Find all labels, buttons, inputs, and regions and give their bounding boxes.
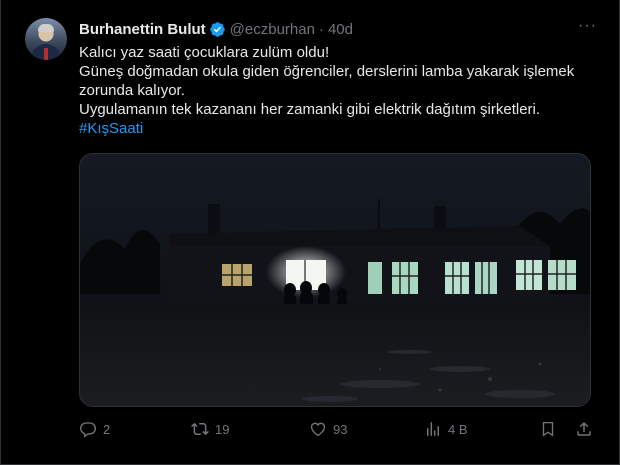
hashtag-link[interactable]: #KışSaati	[79, 119, 599, 138]
reply-icon	[79, 422, 97, 438]
verified-badge-icon[interactable]	[209, 21, 226, 38]
avatar-hair	[38, 24, 54, 32]
views-button[interactable]: 4 B	[424, 420, 468, 438]
tweet-text-line: Güneş doğmadan okula giden öğrenciler, d…	[79, 63, 575, 80]
views-icon	[427, 422, 439, 436]
like-button[interactable]: 93	[309, 420, 347, 438]
school-at-night-photo	[80, 154, 590, 406]
tweet-actions: 2 19 93 4 B	[79, 420, 593, 442]
tweet-text: Kalıcı yaz saati çocuklara zulüm oldu! G…	[79, 43, 599, 138]
like-count: 93	[333, 421, 348, 437]
bookmark-icon	[542, 421, 554, 437]
tweet-text-line: Uygulamanın tek kazananı her zamanki gib…	[79, 101, 541, 118]
retweet-button[interactable]: 19	[191, 420, 229, 438]
tweet-text-line: zorunda kalıyor.	[79, 82, 185, 99]
share-icon	[577, 421, 591, 436]
retweet-count: 19	[215, 421, 230, 437]
tweet-header: Burhanettin Bulut @eczburhan · 40d	[79, 19, 353, 39]
more-icon[interactable]: ···	[578, 17, 597, 35]
avatar[interactable]	[25, 18, 67, 60]
like-icon	[310, 422, 326, 437]
separator-dot: ·	[318, 20, 324, 38]
bookmark-button[interactable]	[539, 420, 557, 438]
share-button[interactable]	[575, 420, 593, 438]
tweet-timestamp[interactable]: 40d	[328, 21, 353, 38]
tweet-photo[interactable]	[79, 153, 591, 407]
author-handle[interactable]: @eczburhan	[230, 21, 315, 38]
avatar-tie	[44, 48, 48, 60]
reply-count: 2	[103, 421, 111, 437]
reply-button[interactable]: 2	[79, 420, 110, 438]
view-count: 4 B	[448, 421, 468, 437]
retweet-icon	[191, 422, 209, 436]
author-name[interactable]: Burhanettin Bulut	[79, 21, 206, 38]
tweet-card[interactable]: Burhanettin Bulut @eczburhan · 40d ··· K…	[0, 0, 620, 465]
tweet-text-line: Kalıcı yaz saati çocuklara zulüm oldu!	[79, 44, 330, 61]
